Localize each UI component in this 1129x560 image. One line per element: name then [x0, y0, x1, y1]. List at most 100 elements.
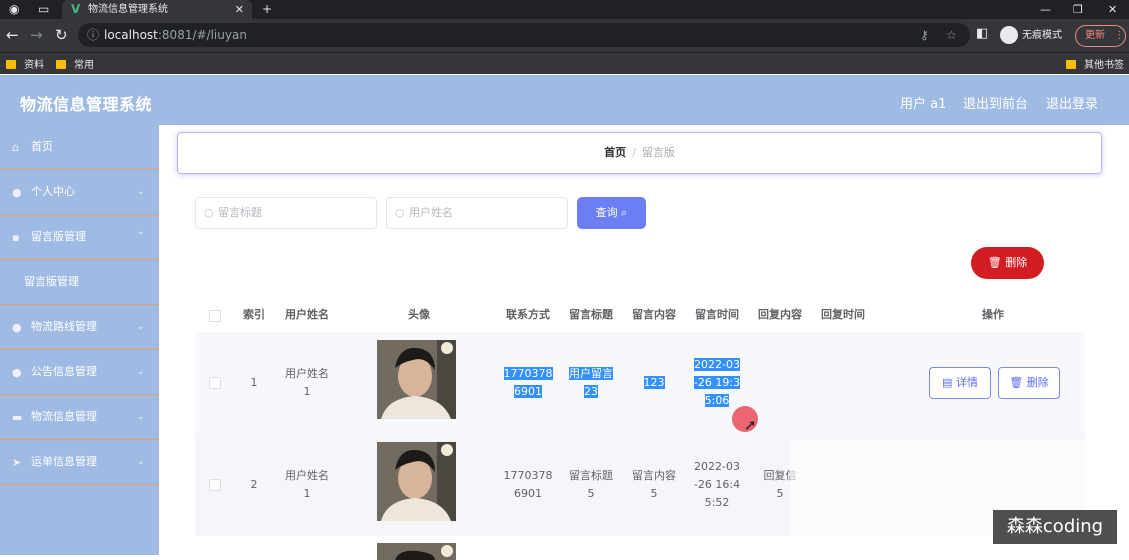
user-icon: ●: [12, 366, 22, 379]
breadcrumb-home[interactable]: 首页: [604, 146, 626, 159]
column-header-actions: 操作: [982, 308, 1004, 321]
vue-logo-icon: V: [71, 2, 81, 16]
bookmark-folder-1[interactable]: 资料: [6, 56, 44, 71]
time-part: 2022-03: [694, 358, 740, 371]
sidebar-item-logistics[interactable]: ▬ 物流信息管理 ⌄: [0, 395, 159, 440]
sidebar-item-label: 公告信息管理: [31, 365, 97, 378]
name-search-input[interactable]: ○ 用户姓名: [386, 197, 568, 229]
update-button[interactable]: 更新 ⋮: [1075, 25, 1126, 47]
current-user: 用户 a1: [900, 97, 947, 112]
sidebar-item-notices[interactable]: ● 公告信息管理 ⌄: [0, 350, 159, 395]
batch-delete-button[interactable]: 🗑 删除: [971, 247, 1044, 279]
detail-button[interactable]: ▤ 详情: [929, 367, 991, 399]
chevron-down-icon: ⌄: [136, 321, 145, 332]
time-part: 5:06: [704, 394, 730, 407]
search-icon: ○: [204, 206, 214, 219]
logout-link[interactable]: 退出登录: [1046, 93, 1098, 112]
app-title: 物流信息管理系统: [20, 95, 153, 114]
sidebar-item-label: 留言版管理: [24, 275, 79, 288]
contact-part: 1770378: [503, 367, 553, 380]
detail-label: 详情: [955, 376, 978, 389]
username-part: 1: [303, 487, 311, 500]
mouse-cursor-icon: ➚: [744, 416, 757, 434]
folder-icon: [6, 60, 16, 69]
home-icon: ⌂: [12, 141, 19, 154]
chevron-down-icon: ⌄: [136, 456, 145, 467]
tab-title: 物流信息管理系统: [88, 4, 168, 15]
content-part: 123: [643, 376, 665, 389]
delete-label: 删除: [1005, 256, 1028, 269]
title-search-input[interactable]: ○ 留言标题: [195, 197, 377, 229]
title-part: 5: [587, 487, 595, 500]
incognito-icon: [1000, 26, 1018, 44]
back-to-front-link[interactable]: 退出到前台: [963, 93, 1028, 112]
folder-icon: [56, 60, 66, 69]
avatar: [377, 340, 456, 419]
tab-search-icon[interactable]: ▭: [38, 2, 49, 16]
chevron-up-icon: ⌃: [136, 231, 145, 242]
column-header-reply-time: 回复时间: [821, 308, 865, 321]
title-part: 留言标题: [569, 469, 613, 482]
username-part: 用户姓名: [285, 367, 329, 380]
url-path: :8081/#/liuyan: [157, 28, 247, 42]
window-close-icon[interactable]: ✕: [1108, 0, 1117, 19]
browser-tab[interactable]: V 物流信息管理系统 ✕: [62, 0, 252, 19]
username-part: 1: [303, 385, 311, 398]
video-watermark: 森森coding: [993, 510, 1117, 544]
document-icon: ▤: [942, 376, 953, 389]
sidebar-item-label: 首页: [31, 140, 53, 153]
column-header-index: 索引: [243, 308, 265, 321]
sidebar-item-profile[interactable]: ● 个人中心 ⌄: [0, 170, 159, 215]
row-index: 2: [250, 478, 258, 491]
row-username: 用户姓名 1: [277, 467, 337, 503]
query-button[interactable]: 查询 ⌕: [577, 197, 646, 229]
reload-icon[interactable]: ↻: [55, 26, 68, 44]
row-checkbox[interactable]: [209, 377, 221, 389]
more-menu-icon[interactable]: ⋮: [1114, 30, 1124, 41]
url-field[interactable]: ⓘ localhost:8081/#/liuyan ⚷ ☆: [78, 23, 970, 47]
content-part: 5: [650, 487, 658, 500]
other-bookmarks[interactable]: 其他书签: [1066, 56, 1124, 71]
row-checkbox[interactable]: [209, 479, 221, 491]
browser-globe-icon[interactable]: ◉: [9, 2, 19, 16]
title-part: 用户留言: [569, 367, 613, 380]
column-header-username: 用户姓名: [285, 308, 329, 321]
new-tab-icon[interactable]: +: [262, 2, 272, 16]
select-all-checkbox[interactable]: [209, 310, 221, 322]
sidebar-item-home[interactable]: ⌂ 首页: [0, 125, 159, 170]
avatar-photo: [377, 543, 456, 560]
column-header-reply: 回复内容: [758, 308, 802, 321]
back-icon[interactable]: ←: [6, 26, 19, 44]
incognito-label: 无痕模式: [1022, 30, 1062, 41]
sidebar-item-label: 运单信息管理: [31, 455, 97, 468]
bookmark-label: 资料: [24, 60, 44, 71]
bookmark-folder-2[interactable]: 常用: [56, 56, 94, 71]
restore-icon[interactable]: ❐: [1073, 0, 1083, 19]
key-icon[interactable]: ⚷: [920, 23, 929, 47]
sidepanel-icon[interactable]: ◧: [976, 26, 988, 41]
sidebar-item-waybills[interactable]: ➤ 运单信息管理 ⌄: [0, 440, 159, 485]
avatar: [377, 442, 456, 521]
user-icon: ●: [12, 321, 22, 334]
query-label: 查询: [595, 206, 618, 219]
chevron-down-icon: ⌄: [136, 411, 145, 422]
bookmark-star-icon[interactable]: ☆: [946, 23, 957, 47]
row-delete-button[interactable]: 🗑 删除: [998, 367, 1060, 399]
send-icon: ➤: [12, 456, 22, 469]
info-icon[interactable]: ⓘ: [87, 23, 99, 47]
trash-icon: 🗑: [987, 256, 1002, 269]
sidebar-subitem-message-board[interactable]: 留言版管理: [0, 260, 159, 305]
folder-icon: [1066, 60, 1076, 69]
bookmark-label: 常用: [74, 60, 94, 71]
column-header-avatar: 头像: [408, 308, 430, 321]
incognito-indicator[interactable]: 无痕模式: [1000, 26, 1062, 44]
column-header-content: 留言内容: [632, 308, 676, 321]
sidebar-item-routes[interactable]: ● 物流路线管理 ⌄: [0, 305, 159, 350]
contact-part: 1770378: [503, 469, 553, 482]
minimize-icon[interactable]: —: [1040, 0, 1051, 19]
tab-close-icon[interactable]: ✕: [235, 0, 244, 19]
message-icon: ▪: [12, 231, 20, 244]
sidebar-item-message-board[interactable]: ▪ 留言版管理 ⌃: [0, 215, 159, 260]
search-icon: ○: [395, 206, 405, 219]
forward-icon[interactable]: →: [30, 26, 43, 44]
